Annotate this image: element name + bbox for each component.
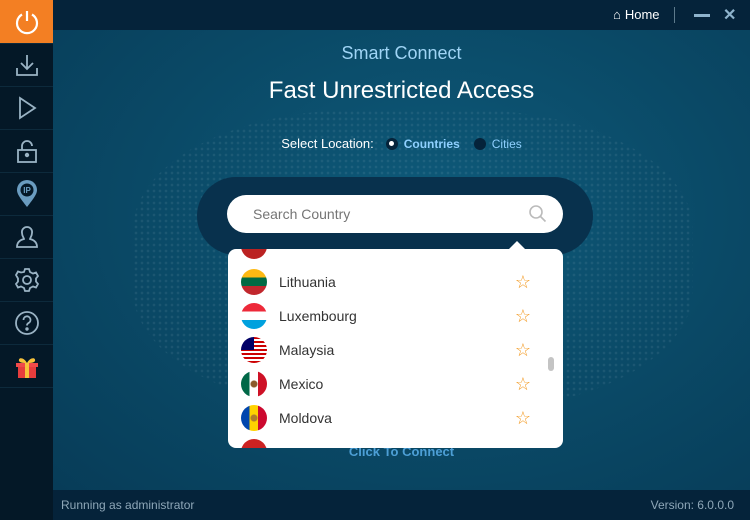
country-name: Luxembourg [279, 308, 357, 324]
flag-lithuania-icon [241, 269, 267, 295]
flag-mexico-icon [241, 371, 267, 397]
star-icon[interactable]: ☆ [515, 374, 531, 395]
country-name: Moldova [279, 410, 332, 426]
play-icon [18, 96, 37, 120]
home-button[interactable]: ⌂ Home [613, 7, 660, 22]
list-item[interactable]: Malaysia ☆ [228, 333, 563, 367]
option-cities[interactable]: Cities [492, 137, 522, 151]
home-label: Home [624, 7, 660, 22]
search-icon[interactable] [528, 204, 548, 224]
lock-icon [16, 140, 37, 163]
scrollbar[interactable] [548, 357, 554, 371]
svg-text:IP: IP [23, 186, 31, 195]
status-text: Running as administrator [61, 498, 195, 512]
country-name: Mexico [279, 376, 324, 392]
location-label: Select Location: [281, 136, 374, 151]
star-icon[interactable]: ☆ [515, 306, 531, 327]
country-list: Lithuania ☆ Luxembourg ☆ Malaysia ☆ Mexico ☆… [228, 249, 563, 448]
list-item[interactable] [228, 249, 563, 263]
list-item[interactable] [228, 435, 563, 448]
sidebar-item-gift[interactable] [0, 345, 53, 388]
home-icon: ⌂ [613, 7, 621, 22]
flag-moldova-icon [241, 405, 267, 431]
main-panel: Smart Connect Fast Unrestricted Access S… [53, 30, 750, 490]
list-item[interactable]: Moldova ☆ [228, 401, 563, 435]
close-button[interactable]: ✕ [723, 5, 736, 25]
country-name: Malaysia [279, 342, 335, 358]
sidebar-item-download[interactable] [0, 44, 53, 87]
page-title: Fast Unrestricted Access [268, 77, 535, 104]
sidebar-item-power[interactable] [0, 0, 53, 44]
star-icon[interactable]: ☆ [515, 272, 531, 293]
download-icon [15, 55, 38, 76]
minimize-button[interactable] [694, 14, 710, 17]
sidebar-item-lock[interactable] [0, 130, 53, 173]
flag-luxembourg-icon [241, 303, 267, 329]
search-input[interactable] [227, 195, 563, 233]
sidebar-item-help[interactable] [0, 302, 53, 345]
gift-icon [15, 358, 38, 378]
star-icon[interactable]: ☆ [515, 340, 531, 361]
country-name: Lithuania [279, 274, 336, 290]
ip-location-icon: IP [16, 180, 37, 207]
list-item[interactable]: Mexico ☆ [228, 367, 563, 401]
list-item[interactable]: Lithuania ☆ [228, 265, 563, 299]
power-icon [15, 10, 38, 34]
flag-malaysia-icon [241, 337, 267, 363]
radio-cities[interactable] [473, 137, 486, 150]
title-bar: ⌂ Home ✕ [53, 0, 750, 30]
sidebar-item-play[interactable] [0, 87, 53, 130]
sidebar-item-settings[interactable] [0, 259, 53, 302]
sidebar-item-account[interactable] [0, 216, 53, 259]
gear-icon [14, 268, 39, 292]
status-bar: Running as administrator Version: 6.0.0.… [53, 490, 750, 520]
sidebar: IP [0, 0, 53, 520]
location-selector: Select Location: Countries Cities [53, 136, 750, 151]
star-icon[interactable]: ☆ [515, 408, 531, 429]
user-icon [15, 226, 38, 248]
version-text: Version: 6.0.0.0 [650, 498, 734, 512]
help-icon [14, 311, 39, 335]
list-item[interactable]: Luxembourg ☆ [228, 299, 563, 333]
subtitle: Smart Connect [341, 43, 462, 63]
option-countries[interactable]: Countries [404, 137, 460, 151]
sidebar-item-ip[interactable]: IP [0, 173, 53, 216]
radio-countries[interactable] [385, 137, 398, 150]
divider [674, 7, 675, 23]
